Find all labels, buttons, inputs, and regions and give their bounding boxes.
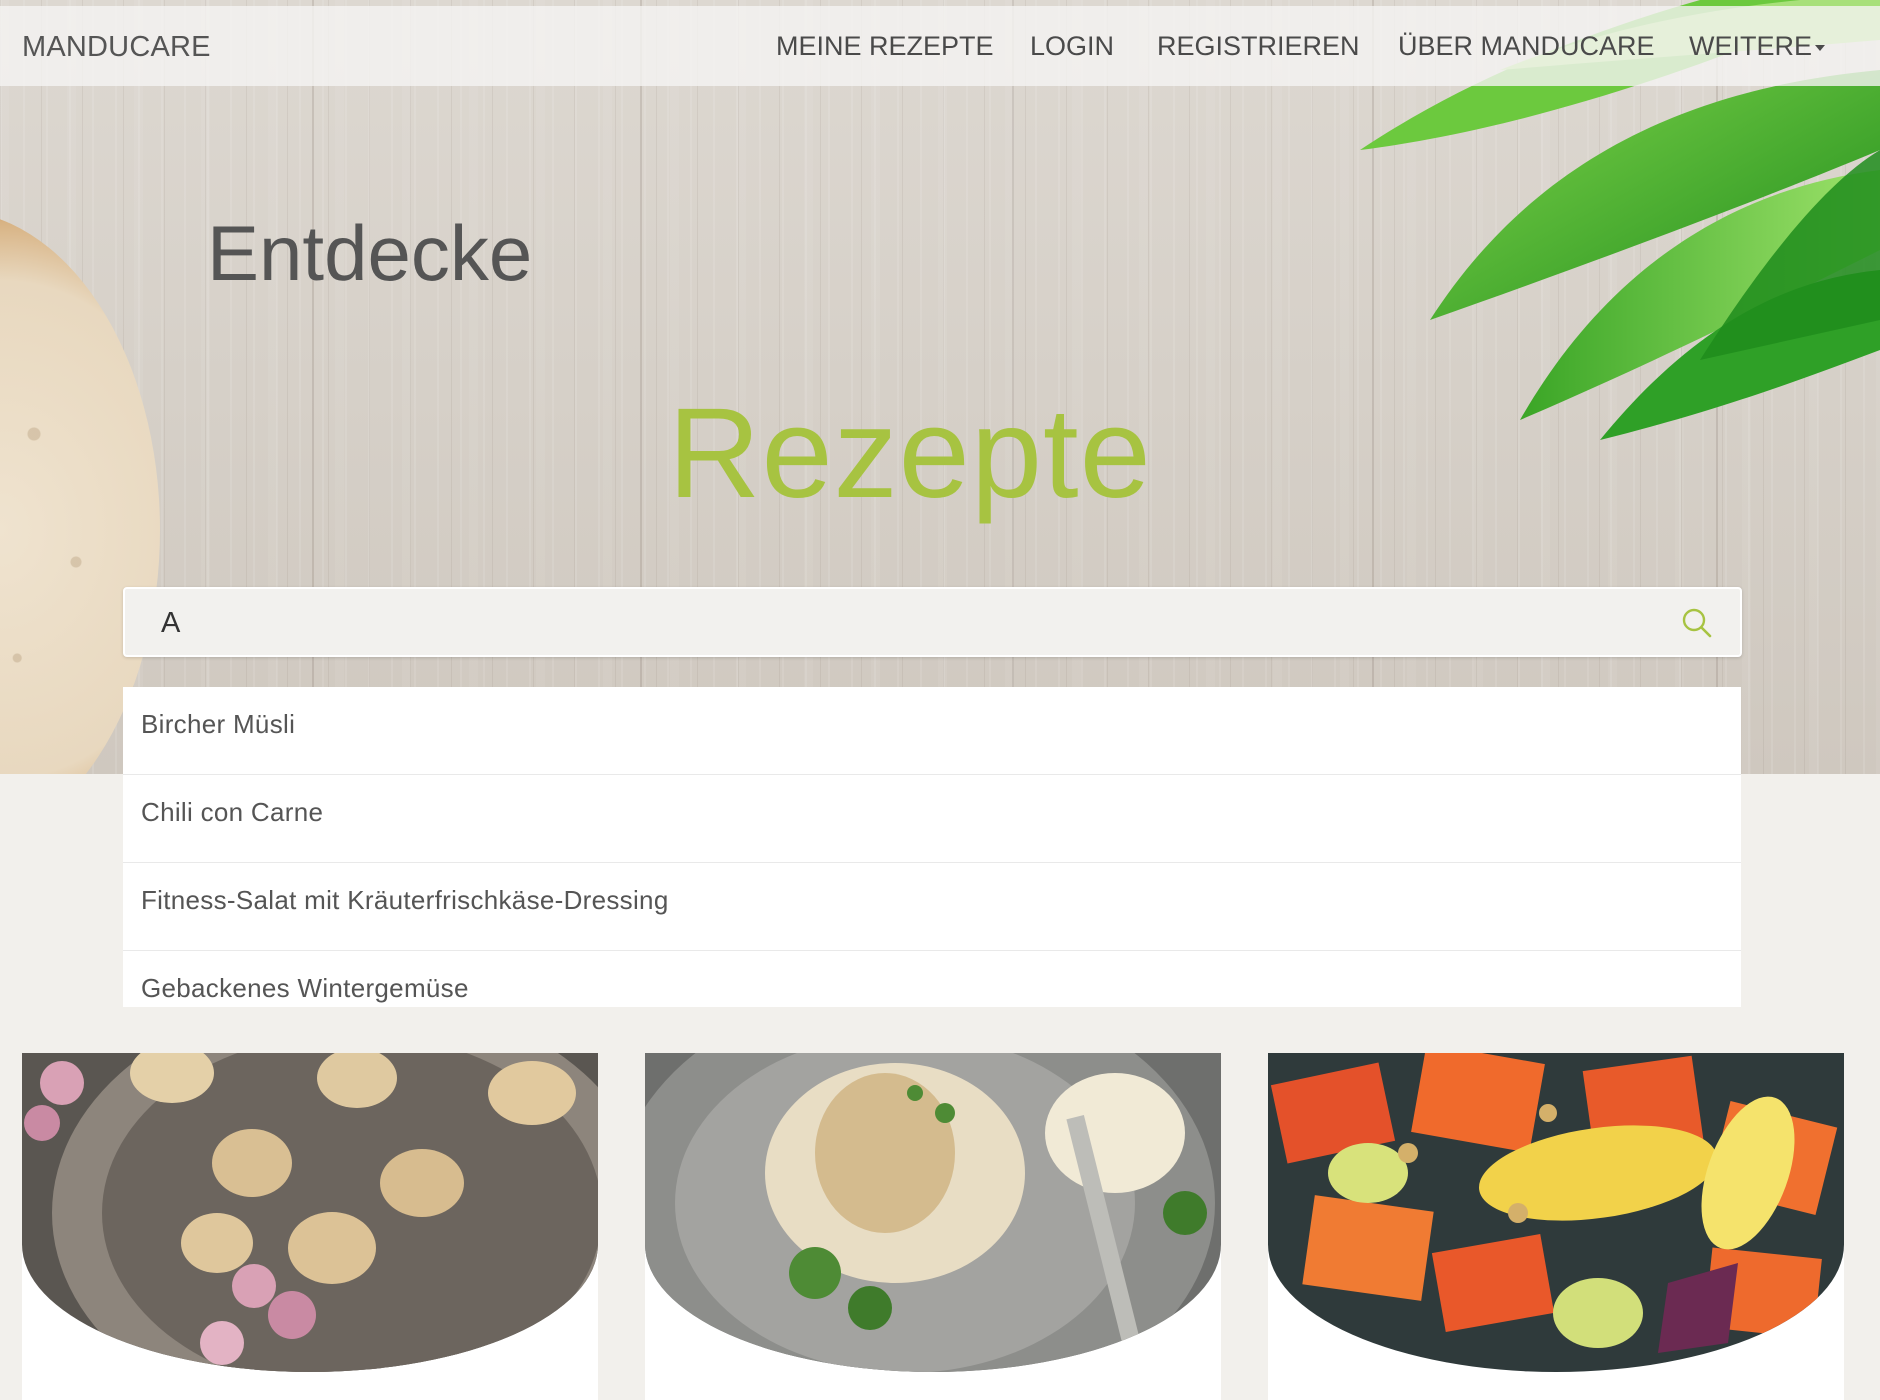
suggestion-item[interactable]: Fitness-Salat mit Kräuterfrischkäse-Dres…: [123, 863, 1741, 951]
nav-ueber-manducare[interactable]: ÜBER MANDUCARE: [1398, 31, 1655, 62]
nav-login[interactable]: LOGIN: [1030, 31, 1114, 62]
suggestion-item[interactable]: Chili con Carne: [123, 775, 1741, 863]
recipe-search-input[interactable]: A: [123, 587, 1742, 657]
hero-title: Rezepte: [668, 382, 1152, 525]
suggestion-label: Gebackenes Wintergemüse: [141, 973, 469, 1003]
suggestion-item[interactable]: Gebackenes Wintergemüse: [123, 951, 1741, 1007]
recipe-card[interactable]: [22, 1053, 598, 1400]
search-input-value: A: [161, 607, 181, 639]
wood-plank-line: [640, 0, 642, 774]
suggestion-label: Bircher Müsli: [141, 709, 296, 739]
search-suggestions: Bircher Müsli Chili con Carne Fitness-Sa…: [123, 687, 1741, 1007]
nav-weitere-label: WEITERE: [1689, 31, 1813, 61]
suggestion-label: Chili con Carne: [141, 797, 324, 827]
nav-weitere-dropdown[interactable]: WEITERE: [1689, 31, 1826, 62]
hero-subtitle: Entdecke: [207, 209, 533, 297]
brand-logo-text[interactable]: MANDUCARE: [22, 31, 211, 64]
suggestion-label: Fitness-Salat mit Kräuterfrischkäse-Dres…: [141, 885, 669, 915]
nav-registrieren[interactable]: REGISTRIEREN: [1157, 31, 1360, 62]
wood-plank-line: [312, 0, 314, 774]
recipe-card[interactable]: [645, 1053, 1221, 1400]
roasted-vegetables-image: [1268, 1053, 1844, 1372]
cookies-plate-image: [22, 1053, 598, 1372]
hero-banner: Entdecke Rezepte: [0, 0, 1880, 774]
top-navbar: MANDUCARE MEINE REZEPTE LOGIN REGISTRIER…: [0, 6, 1880, 86]
search-icon[interactable]: [1680, 606, 1714, 640]
caret-down-icon: [1815, 44, 1826, 51]
recipe-card-image: [645, 1053, 1221, 1372]
nav-meine-rezepte[interactable]: MEINE REZEPTE: [776, 31, 994, 62]
recipe-card-image: [1268, 1053, 1844, 1372]
recipe-card[interactable]: [1268, 1053, 1844, 1400]
dumpling-bowl-image: [645, 1053, 1221, 1372]
recipe-card-image: [22, 1053, 598, 1372]
suggestion-item[interactable]: Bircher Müsli: [123, 687, 1741, 775]
